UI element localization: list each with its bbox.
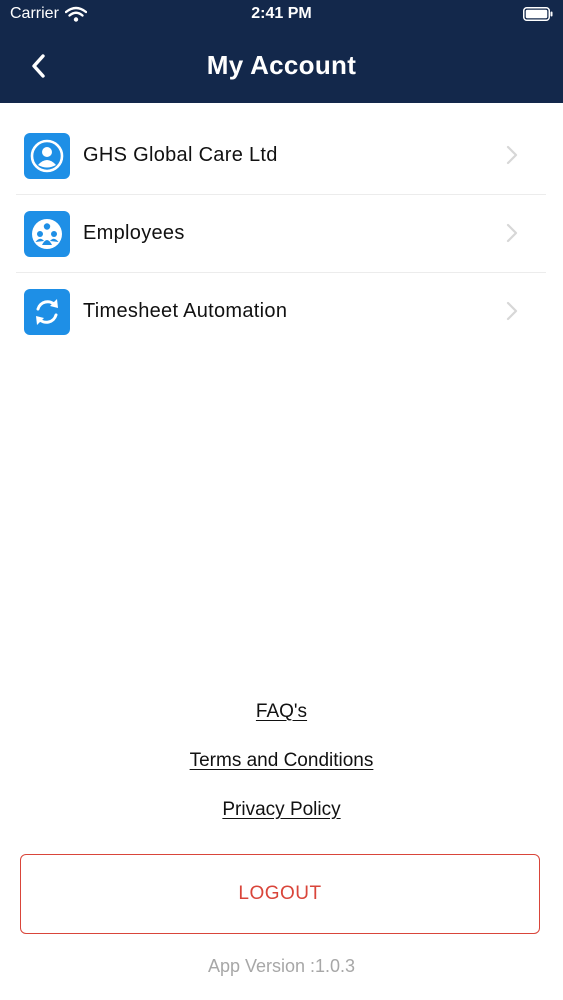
menu-item-timesheet-automation[interactable]: Timesheet Automation [16, 273, 546, 350]
status-time: 2:41 PM [251, 5, 312, 22]
logout-button[interactable]: LOGOUT [20, 854, 540, 934]
faq-link[interactable]: FAQ's [0, 700, 563, 749]
chevron-right-icon [506, 223, 518, 243]
app-version-label: App Version :1.0.3 [207, 956, 356, 976]
header: Carrier 2:41 PM My Account [0, 0, 563, 103]
footer-links: FAQ's Terms and Conditions Privacy Polic… [0, 700, 563, 847]
privacy-policy-link[interactable]: Privacy Policy [0, 798, 563, 847]
page-title: My Account [206, 50, 357, 80]
terms-and-conditions-link[interactable]: Terms and Conditions [0, 749, 563, 798]
menu-item-employees[interactable]: Employees [16, 195, 546, 273]
menu-item-label: GHS Global Care Ltd [83, 144, 278, 166]
account-menu-list: GHS Global Care Ltd Employees Timesheet … [16, 117, 546, 350]
navigation-bar: My Account [0, 36, 563, 96]
chevron-right-icon [506, 301, 518, 321]
user-profile-icon [24, 132, 70, 179]
menu-item-label: Employees [83, 222, 185, 244]
employees-group-icon [24, 210, 70, 257]
chevron-right-icon [506, 145, 518, 165]
status-bar: Carrier 2:41 PM [0, 0, 563, 30]
menu-item-label: Timesheet Automation [83, 300, 288, 322]
menu-item-company[interactable]: GHS Global Care Ltd [16, 117, 546, 195]
battery-icon [523, 7, 553, 21]
sync-icon [24, 288, 70, 335]
